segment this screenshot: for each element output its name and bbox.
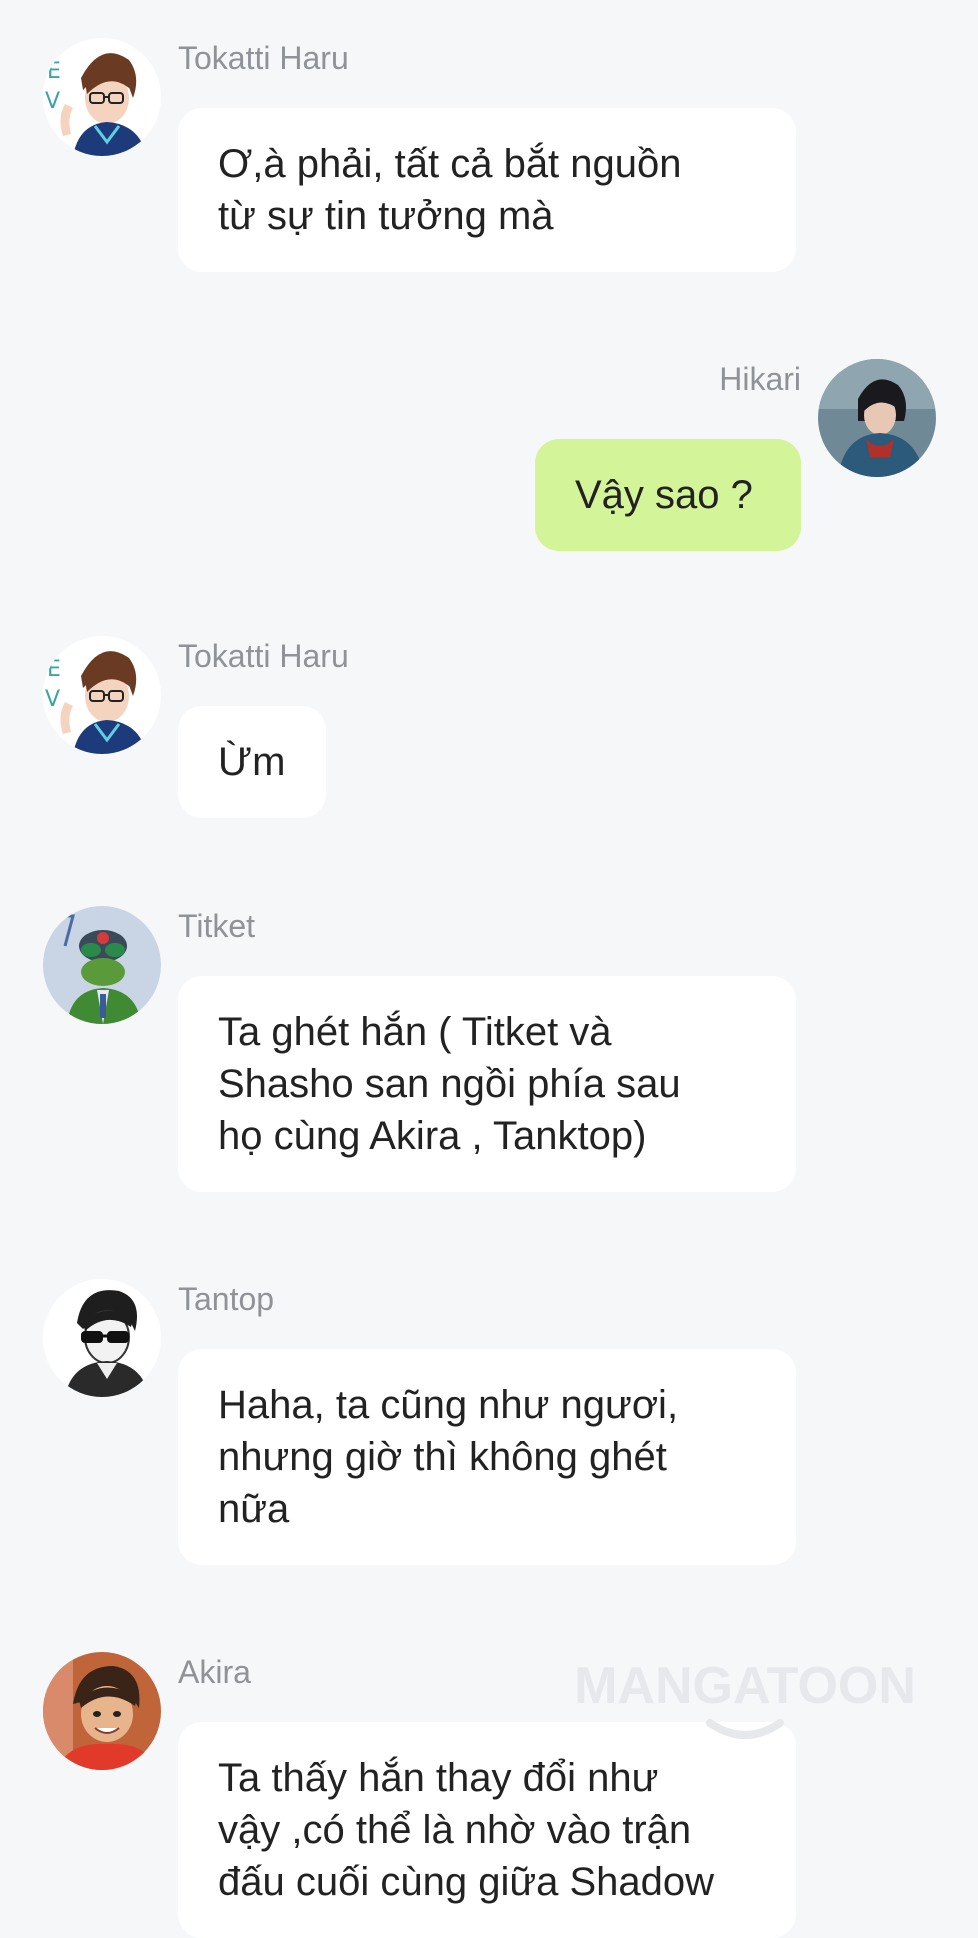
hikari-avatar[interactable] [818, 359, 936, 477]
tokatti-haru-avatar[interactable]: E V [43, 38, 161, 156]
sender-name: Tokatti Haru [178, 40, 349, 76]
message-bubble[interactable]: Haha, ta cũng như ngươi, nhưng giờ thì k… [178, 1349, 796, 1565]
tantop-avatar[interactable] [43, 1279, 161, 1397]
sender-name: Titket [178, 908, 256, 944]
sender-name: Tantop [178, 1281, 275, 1317]
titket-avatar[interactable] [43, 906, 161, 1024]
message-bubble[interactable]: Ừm [178, 706, 326, 818]
message-text-line: Ta ghét hắn ( Titket và [218, 1010, 612, 1054]
message-text-line: đấu cuối cùng giữa Shadow [218, 1860, 715, 1904]
message-text-line: nhưng giờ thì không ghét [218, 1435, 667, 1479]
message-text-line: Ơ,à phải, tất cả bắt nguồn [218, 142, 682, 186]
svg-text:E: E [47, 657, 61, 682]
message-bubble[interactable]: Ta ghét hắn ( Titket và Shasho san ngồi … [178, 976, 796, 1192]
chat-thread: E V Tokatti Haru Ơ,à phải, tất cả bắt ng… [0, 0, 978, 1938]
message-bubble[interactable]: Vậy sao ? [535, 439, 801, 551]
message-text-line: Shasho san ngồi phía sau [218, 1062, 681, 1106]
svg-text:V: V [45, 687, 60, 712]
message-text-line: từ sự tin tưởng mà [218, 194, 554, 238]
svg-text:V: V [45, 89, 60, 114]
message-bubble[interactable]: Ta thấy hắn thay đổi như vậy ,có thể là … [178, 1722, 796, 1938]
message-text-line: họ cùng Akira , Tanktop) [218, 1114, 647, 1158]
message-text-line: nữa [218, 1487, 290, 1531]
akira-avatar[interactable] [43, 1652, 161, 1770]
message-text-line: Ừm [218, 740, 286, 784]
message-bubble[interactable]: Ơ,à phải, tất cả bắt nguồn từ sự tin tưở… [178, 108, 796, 272]
message-text-line: Ta thấy hắn thay đổi như [218, 1756, 659, 1800]
svg-text:E: E [47, 59, 61, 84]
sender-name: Akira [178, 1654, 251, 1690]
sender-name: Tokatti Haru [178, 638, 349, 674]
tokatti-haru-avatar[interactable]: E V [43, 636, 161, 754]
message-text-line: Haha, ta cũng như ngươi, [218, 1383, 679, 1427]
sender-name: Hikari [719, 361, 801, 397]
message-text-line: Vậy sao ? [575, 473, 753, 517]
watermark-text: MANGATOON [574, 1657, 916, 1715]
message-text-line: vậy ,có thể là nhờ vào trận [218, 1808, 692, 1852]
